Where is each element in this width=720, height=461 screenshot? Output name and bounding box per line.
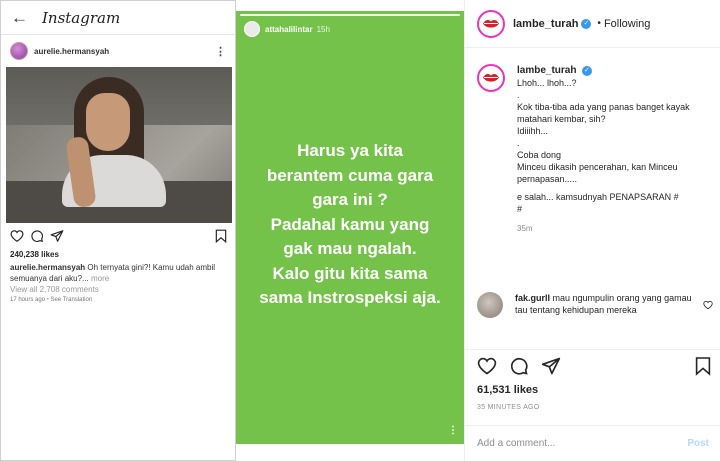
embedded-username: aurelie.hermansyah: [34, 46, 110, 56]
post-header: lambe_turah ✓ • Following: [465, 0, 720, 48]
verified-badge-icon: ✓: [581, 65, 592, 76]
arrow-left-icon: ←: [11, 7, 28, 27]
verified-badge-icon: ✓: [581, 18, 592, 29]
divider: [465, 349, 720, 350]
bookmark-icon: [215, 229, 227, 243]
story-line: sama Instrospeksi aja.: [259, 288, 441, 307]
post-author-username[interactable]: lambe_turah: [513, 18, 578, 30]
story-line: Padahal kamu yang: [270, 214, 430, 234]
caption-line: Minceu dikasih pencerahan, kan Minceu pe…: [517, 162, 678, 184]
lips-logo-icon: [483, 19, 499, 28]
story-header: attahalilintar 15h: [244, 21, 330, 37]
embedded-time-ago: 17 hours ago • See Translation: [10, 297, 93, 303]
comment-icon[interactable]: [509, 356, 529, 376]
caption-line: #: [517, 204, 523, 214]
ig-top-bar: ← Instagram: [1, 1, 235, 35]
lips-logo-icon: [483, 74, 499, 82]
caption-line: Idiiihh...: [517, 126, 549, 136]
post-sidebar: lambe_turah ✓ • Following lambe_turah ✓ …: [464, 0, 720, 461]
story-progress-bar: [240, 14, 460, 16]
embedded-caption: aurelie.hermansyah Oh ternyata gini?! Ka…: [10, 262, 224, 284]
comment-row: fak.gurll mau ngumpulin orang yang gamau…: [477, 292, 713, 318]
story-line: Kalo gitu kita sama: [272, 263, 428, 283]
story-username: attahalilintar: [265, 24, 313, 34]
caption-line: Kok tiba-tiba ada yang panas banget kaya…: [517, 102, 690, 124]
heart-icon[interactable]: [703, 300, 713, 310]
embedded-post-screenshot: ← Instagram aurelie.hermansyah ⋮ 240,238…: [0, 0, 236, 461]
share-icon: [50, 230, 64, 242]
like-heart-icon[interactable]: [477, 356, 497, 376]
avatar[interactable]: [477, 292, 503, 318]
story-more-icon: ⋮: [448, 425, 458, 436]
caption-line: .: [517, 90, 520, 100]
embedded-action-icons: [10, 229, 230, 245]
embedded-view-comments: View all 2,708 comments: [10, 285, 99, 294]
separator-dot: •: [597, 18, 601, 29]
avatar[interactable]: [477, 64, 505, 92]
story-line: berantem cuma gara: [266, 165, 434, 185]
add-comment-bar: Post: [465, 425, 720, 461]
embedded-more-link: more: [90, 274, 110, 283]
embedded-post-header: aurelie.hermansyah ⋮: [1, 35, 235, 67]
caption-age: 35m: [517, 224, 533, 233]
story-line: gak mau ngalah.: [283, 239, 417, 258]
post-caption: lambe_turah ✓ Lhoh... lhoh...? . Kok tib…: [477, 64, 707, 235]
caption-line: e salah... kamsudnyah PENAPSARAN #: [517, 192, 679, 202]
embedded-post-photo: [6, 67, 232, 223]
more-options-icon: ⋮: [215, 45, 226, 58]
following-button[interactable]: Following: [604, 18, 650, 30]
post-time-ago: 35 MINUTES AGO: [477, 404, 540, 411]
caption-line: Coba dong: [517, 150, 562, 160]
avatar: [244, 21, 260, 37]
caption-body: lambe_turah ✓ Lhoh... lhoh...? . Kok tib…: [517, 64, 707, 235]
story-line: Harus ya kita: [297, 141, 403, 160]
post-actions: [477, 356, 713, 378]
embedded-likes: 240,238 likes: [10, 250, 59, 259]
story-time: 15h: [316, 24, 330, 34]
comment-body: fak.gurll mau ngumpulin orang yang gamau…: [515, 292, 693, 318]
bookmark-icon[interactable]: [695, 356, 711, 376]
comment-username[interactable]: fak.gurll: [515, 293, 550, 303]
embedded-caption-username: aurelie.hermansyah: [10, 263, 86, 272]
avatar[interactable]: [477, 9, 505, 38]
avatar: [10, 42, 28, 60]
caption-username[interactable]: lambe_turah: [517, 65, 576, 76]
caption-line: Lhoh... lhoh...?: [517, 78, 577, 88]
caption-line: .: [517, 138, 520, 148]
comment-icon: [31, 230, 44, 243]
add-comment-input[interactable]: [477, 438, 688, 449]
story-text: Harus ya kita berantem cuma gara gara in…: [250, 139, 450, 311]
story-screenshot: attahalilintar 15h Harus ya kita berante…: [236, 11, 464, 444]
story-line: gara ini ?: [312, 190, 388, 209]
embedded-see-translation: See Translation: [50, 297, 93, 303]
share-icon[interactable]: [541, 356, 561, 376]
likes-count[interactable]: 61,531 likes: [477, 384, 538, 396]
heart-icon: [10, 230, 24, 242]
post-comment-button[interactable]: Post: [687, 438, 709, 449]
instagram-wordmark: Instagram: [42, 8, 121, 27]
